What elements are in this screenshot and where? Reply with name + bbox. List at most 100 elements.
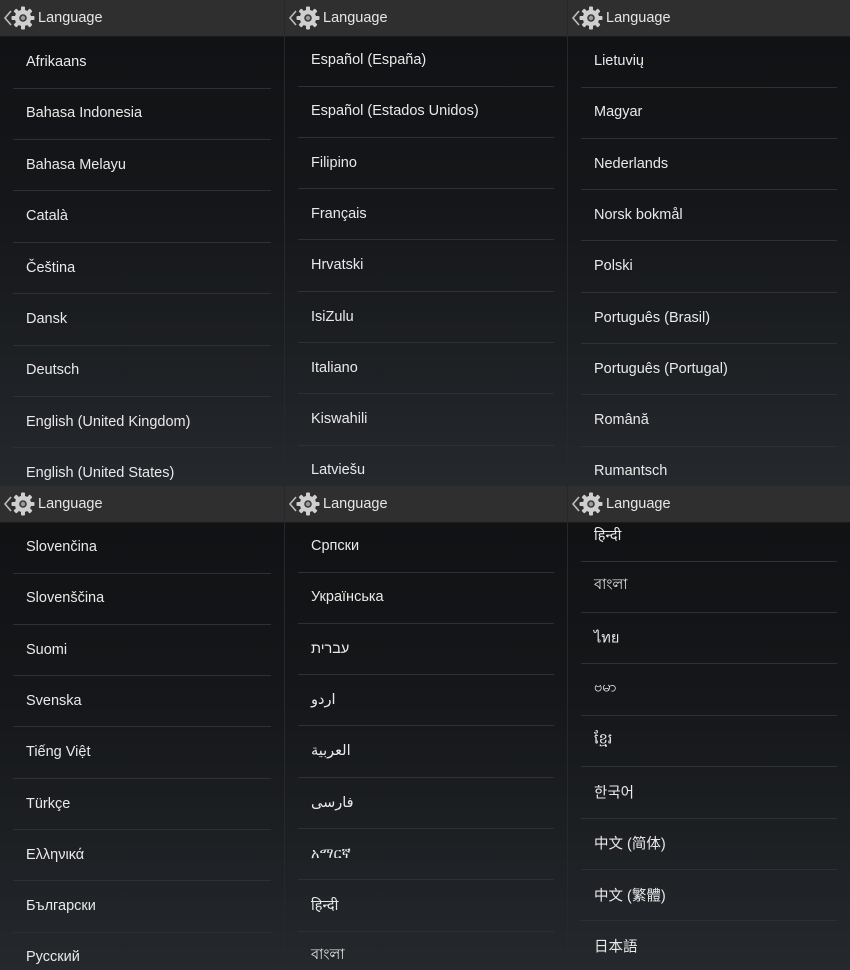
language-list-item[interactable]: Lietuvių (581, 36, 837, 88)
language-list-item[interactable]: Afrikaans (13, 37, 271, 89)
language-label: Rumantsch (594, 463, 668, 480)
language-screen-4: Language Slovenčina Slovenščina Suomi Svensk… (0, 486, 284, 970)
language-list-item[interactable]: Català (13, 191, 271, 243)
language-list-item[interactable]: Español (Estados Unidos) (298, 86, 554, 138)
language-label: हिन्दी (594, 528, 622, 544)
language-label: Slovenčina (26, 539, 97, 555)
language-list-item[interactable]: 日本語 (581, 921, 837, 970)
page-title: Language (606, 10, 671, 26)
language-list-item[interactable]: বাংলা (298, 931, 554, 970)
language-list: Afrikaans Bahasa Indonesia Bahasa Melayu Ca… (13, 36, 271, 484)
language-list-item[interactable]: Čeština (13, 242, 271, 295)
language-list-item[interactable]: IsiZulu (298, 291, 554, 343)
language-list-item[interactable]: Ελληνικά (13, 829, 271, 882)
settings-gear-icon[interactable] (579, 492, 603, 516)
language-label: Magyar (594, 104, 643, 121)
language-label: Čeština (26, 259, 76, 276)
language-list-item[interactable]: Português (Portugal) (581, 343, 837, 396)
language-list-item[interactable]: فارسی (298, 777, 554, 829)
language-screen-1: Language Afrikaans Bahasa Indonesia Bahasa … (0, 0, 284, 484)
language-label: Português (Portugal) (594, 360, 728, 377)
language-label: Dansk (26, 311, 68, 327)
language-list-item[interactable]: English (United Kingdom) (13, 396, 271, 449)
language-list-item[interactable]: Filipino (298, 137, 554, 190)
settings-gear-icon[interactable] (296, 6, 320, 30)
language-list-item[interactable]: Türkçe (13, 778, 271, 830)
language-list-item[interactable]: English (United States) (13, 448, 271, 484)
language-list-item[interactable]: Français (298, 188, 554, 241)
language-list-item[interactable]: Deutsch (13, 345, 271, 397)
language-list-item[interactable]: Slovenščina (13, 573, 271, 625)
language-label: Norsk bokmål (594, 206, 683, 223)
language-label: বাংলা (594, 577, 628, 594)
language-list-item[interactable]: हिन्दी (298, 880, 554, 932)
language-list-item[interactable]: Magyar (581, 87, 837, 139)
language-label: ဗမာ (594, 679, 617, 696)
language-screen-2: Language Español (España) Español (Estados… (285, 0, 567, 484)
language-label: Svenska (26, 692, 82, 709)
language-list-item[interactable]: Polski (581, 241, 837, 293)
language-label: 中文 (简体) (594, 836, 666, 853)
language-list-item[interactable]: Italiano (298, 342, 554, 395)
language-list-item[interactable]: Rumantsch (581, 446, 837, 484)
language-list-item[interactable]: العربية (298, 726, 554, 778)
language-list: हिन्दी বাংলা ไทย ဗမာ ខ្មែរ 한국어 中文 (简体) 中文 (繁體) 日… (581, 522, 837, 970)
language-list-item[interactable]: 中文 (简体) (581, 818, 837, 870)
language-list-item[interactable]: Português (Brasil) (581, 292, 837, 344)
language-label: ខ្មែរ (594, 731, 613, 748)
language-label: فارسی (311, 794, 354, 811)
action-bar: Language (568, 0, 850, 37)
language-list-item[interactable]: Nederlands (581, 138, 837, 191)
action-bar: Language (285, 0, 567, 37)
language-list-item[interactable]: Hrvatski (298, 240, 554, 292)
language-list-item[interactable]: Latviešu (298, 445, 554, 484)
page-title: Language (606, 496, 671, 512)
language-screen-3: Language Lietuvių Magyar Nederlands Norsk bo… (568, 0, 850, 484)
language-list-item[interactable]: Tiếng Việt (13, 727, 271, 779)
language-list-item[interactable]: 한국어 (581, 767, 837, 819)
language-list-item[interactable]: አማርኛ (298, 828, 554, 881)
page-title: Language (323, 10, 388, 26)
language-list-item[interactable]: Русский (13, 932, 271, 970)
language-list-item[interactable]: Kiswahili (298, 394, 554, 446)
language-list-item[interactable]: Български (13, 881, 271, 933)
language-label: Català (26, 208, 68, 225)
language-label: বাংলা (311, 947, 345, 964)
language-list-item[interactable]: Svenska (13, 675, 271, 728)
language-list: Српски Українська עברית اردو العربية فارسی አማር… (298, 522, 554, 970)
language-label: اردو (311, 691, 336, 708)
language-list-item[interactable]: Bahasa Melayu (13, 139, 271, 192)
language-list-item[interactable]: বাংলা (581, 561, 837, 613)
language-list-item[interactable]: Slovenčina (13, 522, 271, 574)
settings-gear-icon[interactable] (11, 6, 35, 30)
language-list: Slovenčina Slovenščina Suomi Svenska Tiếng V… (13, 522, 271, 970)
language-list-item[interactable]: ខ្មែរ (581, 715, 837, 768)
language-label: Ελληνικά (26, 846, 85, 863)
language-label: Polski (594, 258, 633, 275)
page-title: Language (38, 496, 103, 512)
language-list-item[interactable]: Español (España) (298, 36, 554, 87)
language-list-item[interactable]: Română (581, 395, 837, 447)
language-label: Lietuvių (594, 53, 644, 69)
language-list-item[interactable]: 中文 (繁體) (581, 869, 837, 922)
language-list-item[interactable]: ဗမာ (581, 664, 837, 716)
language-list-item[interactable]: हिन्दी (581, 522, 837, 562)
language-list-item[interactable]: Bahasa Indonesia (13, 88, 271, 140)
settings-gear-icon[interactable] (296, 492, 320, 516)
language-label: Kiswahili (311, 411, 368, 428)
language-list-item[interactable]: Dansk (13, 294, 271, 346)
language-label: ไทย (594, 630, 620, 647)
language-list-item[interactable]: Suomi (13, 624, 271, 677)
language-list-item[interactable]: Українська (298, 572, 554, 624)
language-list-item[interactable]: اردو (298, 674, 554, 727)
action-bar: Language (0, 0, 284, 37)
language-list-item[interactable]: עברית (298, 623, 554, 676)
language-list-item[interactable]: ไทย (581, 612, 837, 665)
language-label: Tiếng Việt (26, 744, 91, 761)
language-list-item[interactable]: Norsk bokmål (581, 189, 837, 242)
settings-gear-icon[interactable] (11, 492, 35, 516)
language-label: العربية (311, 743, 351, 760)
language-label: Български (26, 898, 96, 915)
settings-gear-icon[interactable] (579, 6, 603, 30)
language-list-item[interactable]: Српски (298, 522, 554, 573)
